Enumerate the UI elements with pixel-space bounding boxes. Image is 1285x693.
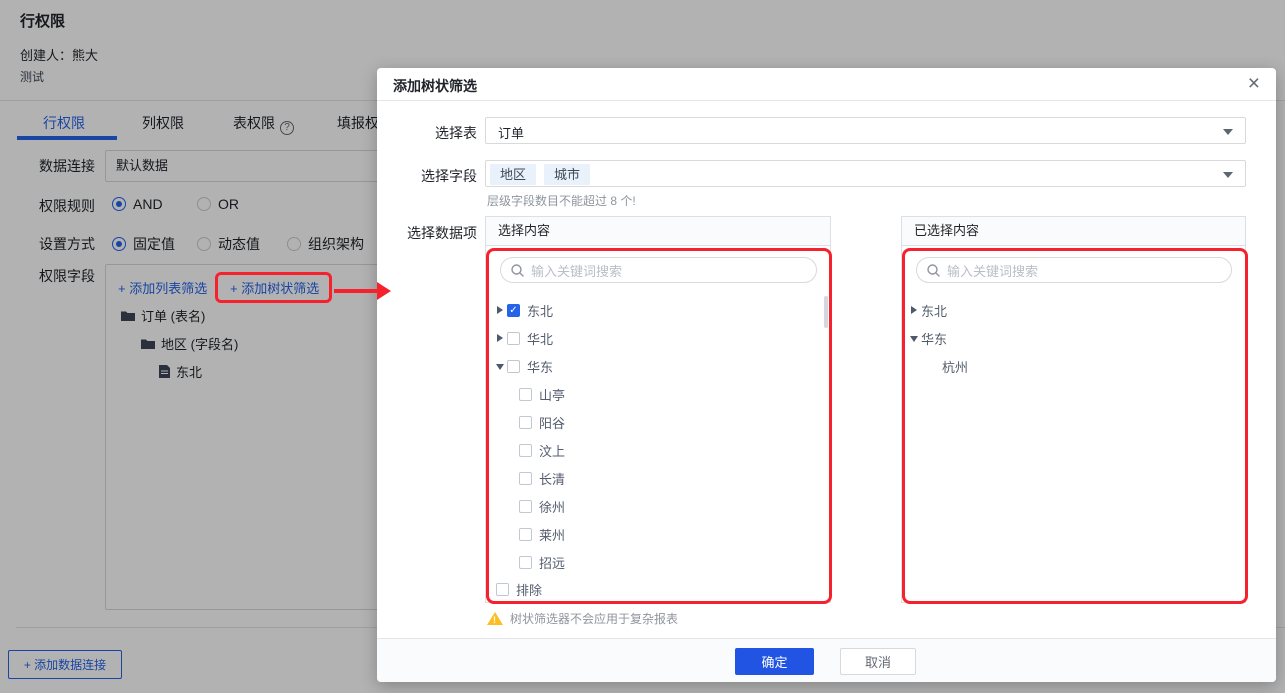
selected-panel-header: 已选择内容 — [901, 216, 1246, 246]
table-select[interactable]: 订单 — [485, 117, 1246, 144]
dialog-footer: 确定 取消 — [377, 638, 1276, 682]
available-search-input[interactable]: 输入关键词搜索 — [500, 257, 817, 283]
tree-item[interactable]: 华东 — [902, 324, 1245, 352]
field-tag-city[interactable]: 城市 — [544, 164, 590, 185]
search-icon — [511, 264, 524, 277]
complex-report-warning: 树状筛选器不会应用于复杂报表 — [487, 610, 678, 627]
tree-item[interactable]: 阳谷 — [486, 408, 830, 436]
caret-down-icon — [1223, 172, 1233, 178]
tree-item-label: 东北 — [527, 301, 553, 320]
checkbox[interactable] — [519, 444, 532, 457]
ok-button[interactable]: 确定 — [735, 648, 814, 675]
search-placeholder: 输入关键词搜索 — [531, 261, 622, 280]
tree-item[interactable]: 徐州 — [486, 492, 830, 520]
cancel-button[interactable]: 取消 — [840, 648, 916, 675]
tree-item-label: 东北 — [921, 301, 947, 320]
selected-search-input[interactable]: 输入关键词搜索 — [916, 257, 1232, 283]
add-tree-filter-dialog: 添加树状筛选 × 选择表 订单 选择字段 地区 城市 层级字段数目不能超过 8 … — [377, 68, 1276, 682]
selected-items-panel: 已选择内容 输入关键词搜索 东北华东杭州 — [901, 216, 1246, 603]
field-select[interactable]: 地区 城市 — [485, 160, 1246, 187]
available-panel-content: 输入关键词搜索 ✓ 东北华北华东山亭阳谷汶上长清徐州莱州招远 排除 — [485, 246, 831, 603]
tree-item-label: 徐州 — [539, 497, 565, 516]
checkbox[interactable] — [496, 583, 509, 596]
selected-panel-content: 输入关键词搜索 东北华东杭州 — [901, 246, 1246, 603]
tree-item-label: 莱州 — [539, 525, 565, 544]
expand-icon[interactable] — [495, 304, 507, 316]
selected-tree: 东北华东杭州 — [902, 296, 1245, 380]
exclude-option[interactable]: 排除 — [486, 576, 542, 602]
field-tags: 地区 城市 — [490, 164, 590, 185]
tree-item-label: 华东 — [921, 329, 947, 348]
tree-item[interactable]: 华东 — [486, 352, 830, 380]
available-panel-header: 选择内容 — [485, 216, 831, 246]
table-select-value: 订单 — [498, 123, 524, 142]
search-placeholder: 输入关键词搜索 — [947, 261, 1038, 280]
checkbox[interactable] — [519, 528, 532, 541]
tree-item[interactable]: ✓ 东北 — [486, 296, 830, 324]
tree-item-label: 招远 — [539, 553, 565, 572]
tree-item-label: 华北 — [527, 329, 553, 348]
checkbox[interactable] — [507, 360, 520, 373]
checkbox[interactable] — [519, 556, 532, 569]
tree-item[interactable]: 山亭 — [486, 380, 830, 408]
collapse-icon[interactable] — [495, 360, 507, 372]
checkbox[interactable] — [519, 500, 532, 513]
checkbox[interactable] — [519, 388, 532, 401]
checkbox[interactable]: ✓ — [507, 304, 520, 317]
select-data-label: 选择数据项 — [377, 223, 477, 243]
tree-item[interactable]: 莱州 — [486, 520, 830, 548]
tree-item[interactable]: 汶上 — [486, 436, 830, 464]
tree-item-label: 汶上 — [539, 441, 565, 460]
available-tree: ✓ 东北华北华东山亭阳谷汶上长清徐州莱州招远 — [486, 296, 830, 576]
available-items-panel: 选择内容 输入关键词搜索 ✓ 东北华北华东山亭阳谷汶上长清徐州莱州招远 排除 — [485, 216, 831, 603]
tree-item-label: 山亭 — [539, 385, 565, 404]
tree-item[interactable]: 华北 — [486, 324, 830, 352]
select-table-label: 选择表 — [377, 123, 477, 143]
tree-item-label: 阳谷 — [539, 413, 565, 432]
scrollbar-thumb[interactable] — [824, 296, 828, 328]
field-limit-hint: 层级字段数目不能超过 8 个! — [487, 192, 636, 209]
tree-item-label: 杭州 — [942, 357, 968, 376]
warning-text: 树状筛选器不会应用于复杂报表 — [510, 610, 678, 627]
tree-item[interactable]: 长清 — [486, 464, 830, 492]
expand-icon[interactable] — [495, 332, 507, 344]
select-field-label: 选择字段 — [377, 166, 477, 186]
search-icon — [927, 264, 940, 277]
close-icon[interactable]: × — [1248, 71, 1260, 97]
checkbox[interactable] — [519, 472, 532, 485]
checkbox[interactable] — [519, 416, 532, 429]
caret-down-icon — [1223, 129, 1233, 135]
exclude-label: 排除 — [516, 580, 542, 599]
tree-item[interactable]: 招远 — [486, 548, 830, 576]
checkbox[interactable] — [507, 332, 520, 345]
field-tag-region[interactable]: 地区 — [490, 164, 536, 185]
tree-item-label: 长清 — [539, 469, 565, 488]
dialog-title: 添加树状筛选 — [393, 76, 477, 96]
tree-item[interactable]: 东北 — [902, 296, 1245, 324]
collapse-icon[interactable] — [909, 332, 921, 344]
tree-item-label: 华东 — [527, 357, 553, 376]
dialog-header: 添加树状筛选 × — [377, 68, 1276, 101]
warning-icon — [487, 612, 503, 625]
expand-icon[interactable] — [909, 304, 921, 316]
tree-item[interactable]: 杭州 — [902, 352, 1245, 380]
